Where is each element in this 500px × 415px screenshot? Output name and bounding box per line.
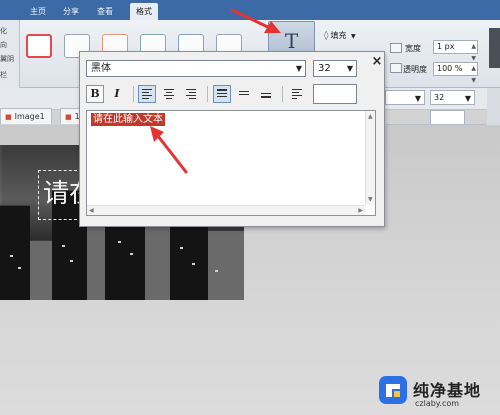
watermark-logo-icon: [379, 376, 407, 404]
arrow-to-text-field: [150, 126, 188, 174]
arrow-to-text-tool: [230, 8, 281, 33]
annotation-arrows: [150, 8, 281, 174]
watermark-title: 纯净基地: [413, 381, 482, 400]
site-watermark: 纯净基地 czlaby.com: [375, 372, 500, 415]
watermark-url: czlaby.com: [415, 399, 460, 408]
